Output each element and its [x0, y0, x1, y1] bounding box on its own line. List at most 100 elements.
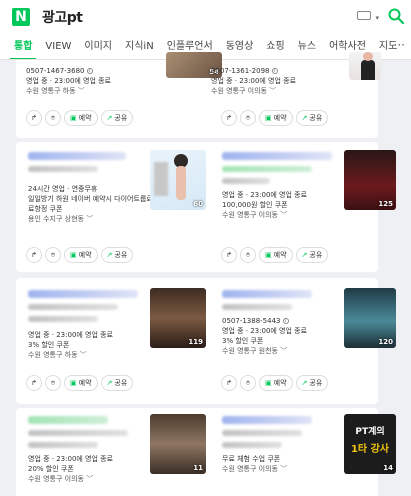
reserve-button[interactable]: ▣ 예약 — [259, 247, 293, 263]
place-phone: 0507-1388-5443 — [222, 317, 281, 325]
tab-news[interactable]: 뉴스 — [298, 34, 316, 59]
place-thumbnail[interactable]: 120 — [344, 288, 396, 348]
share-icon: ↗ — [106, 251, 113, 259]
place-area: 수원 영통구 하동 — [28, 351, 78, 359]
tab-kin[interactable]: 지식iN — [125, 34, 154, 59]
action-bar: ↱ ⌾ ▣ 예약 ↗ 공유 — [26, 110, 136, 126]
place-category-redacted — [222, 304, 292, 310]
action-bar: ↱ ⌾ ▣ 예약 ↗ 공유 — [221, 110, 331, 126]
tab-view[interactable]: VIEW — [45, 34, 71, 59]
directions-icon[interactable]: ↱ — [221, 110, 237, 126]
place-name-redacted[interactable] — [28, 416, 108, 424]
share-button[interactable]: ↗ 공유 — [295, 110, 329, 126]
place-thumbnail[interactable]: 11 — [150, 414, 206, 474]
chevron-down-icon: ﹀ — [269, 87, 277, 95]
place-thumbnail[interactable]: 119 — [150, 288, 206, 348]
chevron-down-icon: ﹀ — [86, 215, 94, 223]
share-button[interactable]: ↗ 공유 — [100, 110, 134, 126]
search-results-page: N 광고pt ▾ 통합 VIEW 이미지 지식iN 인플루언서 동영상 쇼핑 뉴… — [0, 0, 411, 496]
action-bar: ↱ ⌾ ▣ 예약 ↗ 공유 — [26, 375, 136, 391]
place-thumbnail[interactable]: 125 — [344, 150, 396, 210]
map-pin-icon[interactable]: ⌾ — [45, 247, 61, 263]
reserve-button[interactable]: ▣ 예약 — [259, 110, 293, 126]
photo-count: 14 — [383, 464, 393, 472]
place-card-row: 영업 중 · 23:00에 영업 종료 3% 할인 쿠폰 수원 영통구 하동 ﹀… — [16, 278, 396, 404]
info-icon[interactable]: i — [86, 68, 93, 74]
place-keyword-redacted — [222, 166, 312, 172]
reserve-button[interactable]: ▣ 예약 — [64, 110, 98, 126]
search-query[interactable]: 광고pt — [42, 7, 83, 27]
map-pin-icon[interactable]: ⌾ — [240, 110, 256, 126]
share-button[interactable]: ↗ 공유 — [295, 247, 329, 263]
action-bar: ↱ ⌾ ▣ 예약 ↗ 공유 — [221, 247, 331, 263]
blurred-logo — [154, 162, 168, 196]
place-name-redacted[interactable] — [28, 152, 126, 160]
chevron-down-icon: ﹀ — [280, 211, 288, 219]
share-button[interactable]: ↗ 공유 — [100, 375, 134, 391]
place-thumbnail[interactable] — [349, 52, 381, 80]
photo-count: 11 — [193, 464, 203, 472]
directions-icon[interactable]: ↱ — [221, 375, 237, 391]
directions-icon[interactable]: ↱ — [26, 110, 42, 126]
place-category-redacted — [222, 442, 282, 448]
place-phone: 0507-1467-3680 — [26, 67, 85, 75]
tab-shopping[interactable]: 쇼핑 — [266, 34, 284, 59]
person-figure — [363, 52, 373, 61]
place-name-redacted[interactable] — [222, 290, 312, 298]
calendar-icon: ▣ — [265, 251, 272, 259]
place-category-redacted — [28, 442, 98, 448]
tab-integrated[interactable]: 통합 — [9, 34, 37, 59]
share-button[interactable]: ↗ 공유 — [295, 375, 329, 391]
share-icon: ↗ — [301, 251, 308, 259]
place-category-redacted — [28, 304, 118, 310]
action-bar: ↱ ⌾ ▣ 예약 ↗ 공유 — [26, 247, 136, 263]
calendar-icon: ▣ — [70, 114, 77, 122]
thumbnail-text: PT계의 — [355, 427, 385, 437]
map-pin-icon[interactable]: ⌾ — [45, 110, 61, 126]
directions-icon[interactable]: ↱ — [26, 375, 42, 391]
person-figure — [176, 166, 186, 200]
search-header: N 광고pt ▾ — [0, 0, 411, 34]
place-category-redacted — [222, 178, 270, 184]
place-name-redacted[interactable] — [28, 290, 138, 298]
share-icon: ↗ — [106, 114, 113, 122]
info-icon[interactable]: i — [271, 68, 278, 74]
place-name-redacted[interactable] — [222, 416, 312, 424]
thumbnail-text: 1타 강사 — [350, 444, 390, 455]
place-area: 수원 영통구 이의동 — [211, 87, 267, 95]
photo-count: 119 — [188, 338, 203, 346]
search-icon[interactable] — [387, 7, 405, 25]
info-icon[interactable]: i — [282, 318, 289, 324]
tab-video[interactable]: 동영상 — [226, 34, 254, 59]
share-icon: ↗ — [301, 379, 308, 387]
reserve-button[interactable]: ▣ 예약 — [64, 375, 98, 391]
map-pin-icon[interactable]: ⌾ — [45, 375, 61, 391]
place-area: 용인 수지구 상현동 — [28, 215, 84, 223]
share-button[interactable]: ↗ 공유 — [100, 247, 134, 263]
place-thumbnail[interactable]: 60 — [150, 150, 206, 210]
photo-count: 125 — [378, 200, 393, 208]
chevron-down-icon[interactable]: ▾ — [375, 14, 379, 22]
place-area: 수원 영통구 이의동 — [222, 465, 278, 473]
directions-icon[interactable]: ↱ — [26, 247, 42, 263]
naver-logo[interactable]: N — [12, 8, 30, 26]
calendar-icon: ▣ — [70, 251, 77, 259]
place-area: 수원 영통구 하동 — [26, 87, 76, 95]
reserve-button[interactable]: ▣ 예약 — [259, 375, 293, 391]
reserve-button[interactable]: ▣ 예약 — [64, 247, 98, 263]
place-category-redacted — [28, 430, 128, 436]
place-name-redacted[interactable] — [222, 152, 332, 160]
keyboard-icon[interactable] — [357, 11, 371, 20]
calendar-icon: ▣ — [70, 379, 77, 387]
calendar-icon: ▣ — [265, 114, 272, 122]
map-pin-icon[interactable]: ⌾ — [240, 247, 256, 263]
photo-count: 120 — [378, 338, 393, 346]
chevron-down-icon: ﹀ — [280, 347, 288, 355]
place-area: 수원 영통구 이의동 — [28, 475, 84, 483]
tab-image[interactable]: 이미지 — [84, 34, 112, 59]
calendar-icon: ▣ — [265, 379, 272, 387]
place-thumbnail[interactable]: PT계의 1타 강사 14 — [344, 414, 396, 474]
directions-icon[interactable]: ↱ — [221, 247, 237, 263]
map-pin-icon[interactable]: ⌾ — [240, 375, 256, 391]
more-tabs-icon[interactable]: ··· — [394, 38, 405, 52]
